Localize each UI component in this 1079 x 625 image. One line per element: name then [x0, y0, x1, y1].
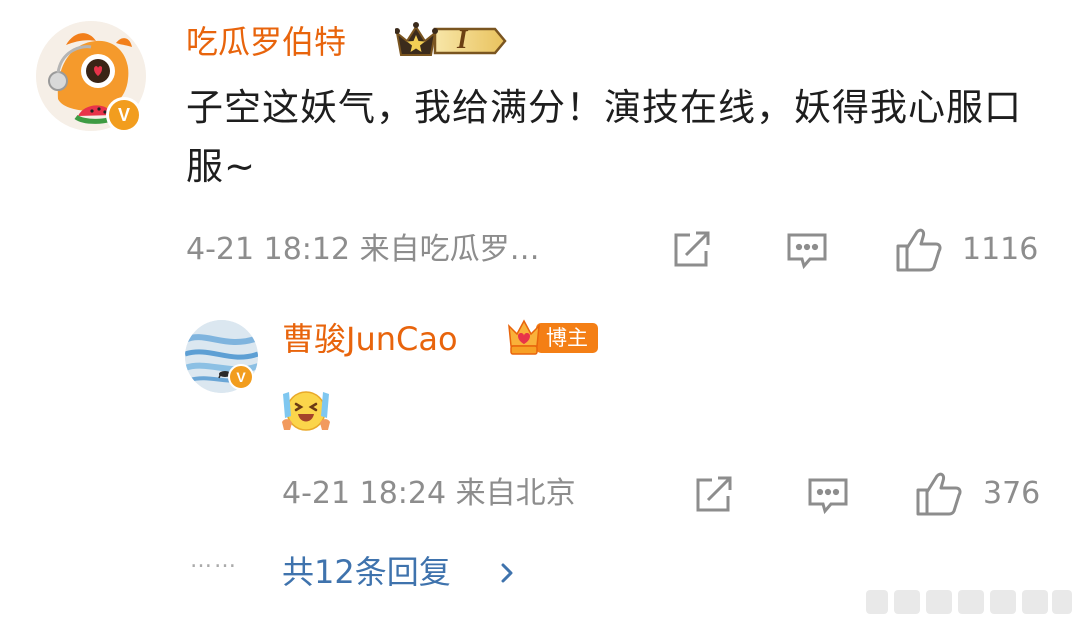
comment-meta: 4-21 18:12 来自吃瓜罗…	[186, 232, 540, 267]
blogger-badge[interactable]: 博主	[506, 316, 600, 360]
share-icon[interactable]	[690, 472, 736, 518]
crown-level-badge[interactable]: I	[394, 21, 508, 61]
blogger-badge-label: 博主	[546, 326, 588, 350]
thumbs-up-icon[interactable]	[914, 468, 962, 516]
laughing-crying-emoji-icon	[281, 386, 331, 432]
verified-badge-icon: V	[228, 364, 254, 390]
like-count: 1116	[962, 232, 1039, 267]
level-badge-label: I	[457, 24, 468, 54]
like-count: 376	[983, 476, 1041, 511]
thumbs-up-icon[interactable]	[894, 224, 942, 272]
verified-badge-icon: V	[106, 97, 142, 133]
watermark-image	[864, 584, 1074, 620]
comment-text: 子空这妖气，我给满分！演技在线，妖得我心服口服~	[186, 86, 1022, 188]
more-replies-link[interactable]: 共12条回复	[282, 551, 451, 593]
comment-icon[interactable]	[805, 472, 851, 518]
commenter-username[interactable]: 吃瓜罗伯特	[186, 22, 346, 62]
share-icon[interactable]	[668, 227, 714, 273]
reply-username[interactable]: 曹骏JunCao	[282, 319, 458, 359]
reply-meta: 4-21 18:24 来自北京	[282, 476, 576, 511]
more-replies-dots: ……	[190, 548, 238, 573]
chevron-right-icon[interactable]	[497, 558, 517, 588]
comment-icon[interactable]	[784, 227, 830, 273]
